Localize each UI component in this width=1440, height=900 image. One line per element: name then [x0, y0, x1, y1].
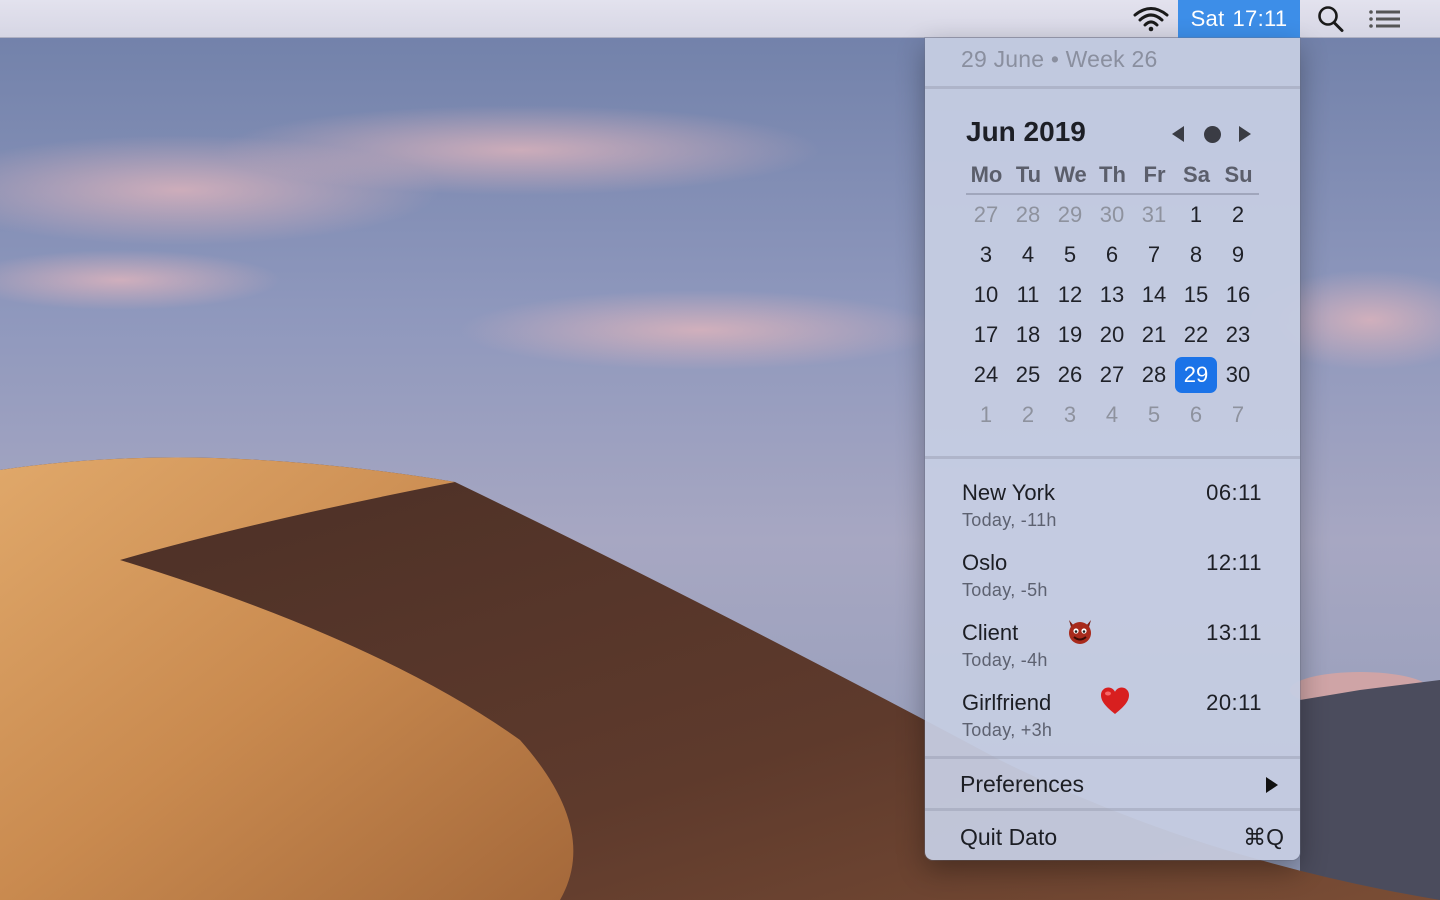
calendar-day[interactable]: 6 [1175, 397, 1217, 433]
calendar-day[interactable]: 7 [1217, 397, 1259, 433]
timezone-time: 06:11 [1206, 480, 1262, 505]
calendar-day[interactable]: 19 [1049, 317, 1091, 353]
timezone-offset: Today, +3h [962, 720, 1053, 740]
preferences-menu-item[interactable]: Preferences [925, 760, 1300, 810]
clock-day: Sat [1190, 6, 1225, 31]
calendar-month-title: Jun 2019 [966, 116, 1086, 147]
quit-menu-item[interactable]: Quit Dato ⌘Q [925, 813, 1300, 860]
calendar-day[interactable]: 12 [1049, 277, 1091, 313]
calendar-day[interactable]: 28 [1133, 357, 1175, 393]
calendar-day[interactable]: 2 [1217, 197, 1259, 233]
menubar-clock-button[interactable]: Sat 17:11 [1178, 0, 1300, 38]
calendar-day[interactable]: 29 [1049, 197, 1091, 233]
calendar-day[interactable]: 3 [1049, 397, 1091, 433]
calendar-day[interactable]: 24 [965, 357, 1007, 393]
weekday-label: Mo [970, 162, 1003, 187]
previous-month-icon[interactable] [1169, 124, 1187, 144]
calendar-day[interactable]: 10 [965, 277, 1007, 313]
search-icon[interactable] [1316, 5, 1346, 33]
calendar-day[interactable]: 6 [1091, 237, 1133, 273]
calendar-day[interactable]: 21 [1133, 317, 1175, 353]
calendar-day[interactable]: 26 [1049, 357, 1091, 393]
calendar-day[interactable]: 20 [1091, 317, 1133, 353]
calendar-day[interactable]: 30 [1091, 197, 1133, 233]
weekday-divider [966, 193, 1259, 195]
calendar-day[interactable]: 25 [1007, 357, 1049, 393]
divider [925, 456, 1300, 459]
timezone-name: Oslo [962, 550, 1008, 575]
preferences-label: Preferences [960, 771, 1085, 797]
weekday-label: Sa [1183, 162, 1210, 187]
calendar-day[interactable]: 14 [1133, 277, 1175, 313]
calendar-day[interactable]: 11 [1007, 277, 1049, 313]
timezone-row-client[interactable]: Client Today, -4h 13:11 [961, 620, 1266, 680]
calendar-day[interactable]: 5 [1133, 397, 1175, 433]
calendar-day[interactable]: 13 [1091, 277, 1133, 313]
calendar-day[interactable]: 3 [965, 237, 1007, 273]
weekday-label: Fr [1143, 162, 1166, 187]
calendar-day[interactable]: 15 [1175, 277, 1217, 313]
header-date: 29 June • Week 26 [961, 46, 1158, 72]
calendar-day-selected[interactable]: 29 [1175, 357, 1217, 393]
calendar-day[interactable]: 23 [1217, 317, 1259, 353]
divider [925, 86, 1300, 89]
calendar-day[interactable]: 27 [965, 197, 1007, 233]
timezone-offset: Today, -5h [962, 580, 1048, 600]
timezone-time: 13:11 [1206, 620, 1262, 645]
weekday-header: Mo Tu We Th Fr Sa Su [966, 162, 1259, 192]
calendar-day[interactable]: 18 [1007, 317, 1049, 353]
wifi-icon[interactable] [1132, 4, 1170, 32]
weekday-label: We [1054, 162, 1087, 187]
calendar-day[interactable]: 8 [1175, 237, 1217, 273]
timezone-offset: Today, -4h [962, 650, 1048, 670]
calendar-day[interactable]: 16 [1217, 277, 1259, 313]
calendar-grid: 27 28 29 30 31 1 2 3 4 5 6 7 8 9 10 11 12 13 14 15 16 17 18 19 2… [966, 196, 1259, 436]
calendar-day[interactable]: 28 [1007, 197, 1049, 233]
calendar-day[interactable]: 1 [1175, 197, 1217, 233]
menu-bar: Sat 17:11 [0, 0, 1440, 38]
red-heart-icon [1101, 687, 1129, 714]
devil-face-icon [1069, 620, 1091, 644]
calendar-day[interactable]: 17 [965, 317, 1007, 353]
calendar-day[interactable]: 7 [1133, 237, 1175, 273]
timezone-offset: Today, -11h [962, 510, 1057, 530]
calendar-day[interactable]: 5 [1049, 237, 1091, 273]
calendar-day[interactable]: 30 [1217, 357, 1259, 393]
divider [925, 756, 1300, 759]
divider [925, 808, 1300, 811]
dato-dropdown-menu: 29 June • Week 26 Jun 2019 Mo Tu We Th F… [925, 38, 1300, 860]
notification-center-icon[interactable] [1366, 5, 1404, 33]
weekday-label: Tu [1015, 162, 1042, 187]
timezone-name: Girlfriend [962, 690, 1052, 715]
next-month-icon[interactable] [1236, 124, 1254, 144]
quit-label: Quit Dato [960, 824, 1058, 850]
weekday-label: Su [1224, 162, 1253, 187]
clock-time: 17:11 [1232, 6, 1288, 31]
calendar-day[interactable]: 4 [1091, 397, 1133, 433]
timezone-row-new-york[interactable]: New York Today, -11h 06:11 [961, 480, 1266, 540]
quit-shortcut: ⌘Q [1243, 824, 1284, 850]
timezone-name: New York [962, 480, 1055, 505]
submenu-arrow-icon [1266, 777, 1278, 793]
timezone-time: 12:11 [1206, 550, 1262, 575]
calendar-day[interactable]: 22 [1175, 317, 1217, 353]
calendar-day[interactable]: 2 [1007, 397, 1049, 433]
calendar-day[interactable]: 4 [1007, 237, 1049, 273]
calendar-day[interactable]: 31 [1133, 197, 1175, 233]
timezone-name: Client [962, 620, 1019, 645]
timezone-row-girlfriend[interactable]: Girlfriend Today, +3h 20:11 [961, 687, 1266, 750]
timezone-time: 20:11 [1206, 690, 1262, 715]
weekday-label: Th [1099, 162, 1126, 187]
calendar-day[interactable]: 1 [965, 397, 1007, 433]
calendar-day[interactable]: 27 [1091, 357, 1133, 393]
today-dot-button[interactable] [1204, 126, 1221, 143]
timezone-row-oslo[interactable]: Oslo Today, -5h 12:11 [961, 550, 1266, 610]
calendar-day[interactable]: 9 [1217, 237, 1259, 273]
